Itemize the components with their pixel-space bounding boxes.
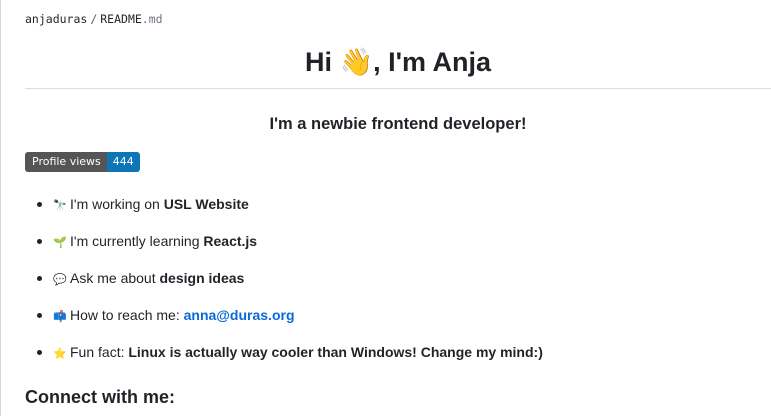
connect-heading: Connect with me: [25,387,176,407]
list-item-text: I'm currently learning [70,233,204,249]
list-item-text: Ask me about [70,270,160,286]
list-item-value: Linux is actually way cooler than Window… [128,344,543,360]
waving-hand-icon: 👋 [339,47,374,78]
profile-views-badge-count: 444 [106,152,140,172]
left-border [0,0,1,416]
list-item-value: design ideas [159,270,245,286]
page-title: Hi 👋, I'm Anja [25,42,771,83]
breadcrumb-separator: / [90,12,98,26]
list-item-value: USL Website [163,196,249,212]
list-item-fun-fact: ⭐ Fun fact: Linux is actually way cooler … [37,341,543,363]
list-item-text: I'm working on [70,196,164,212]
breadcrumb-file-name: README [100,12,142,26]
profile-views-badge-label: Profile views [25,152,107,172]
list-item-value: React.js [203,233,258,249]
page-title-greeting: Hi [304,47,340,77]
list-item-text: How to reach me: [70,307,184,323]
subtitle: I'm a newbie frontend developer! [269,115,527,133]
breadcrumb-owner-link[interactable]: anjaduras [25,12,87,26]
title-divider [25,88,771,89]
profile-views-badge: Profile views 444 [25,152,140,172]
seedling-icon: 🌱 [53,236,67,249]
breadcrumb-file-ext: .md [141,12,163,26]
list-item-text: Fun fact: [70,344,129,360]
list-item-learning: 🌱 I'm currently learning React.js [36,230,258,252]
email-link[interactable]: anna@duras.org [184,307,295,323]
list-item-reach-me: 📫 How to reach me: anna@duras.org [37,304,295,326]
list-item-working-on: 🔭 I'm working on USL Website [37,193,249,215]
list-item-ask-me: 💬 Ask me about design ideas [36,267,245,289]
mailbox-icon: 📫 [53,310,67,323]
breadcrumb: anjaduras / README.md [25,12,163,26]
telescope-icon: 🔭 [53,199,67,212]
speech-balloon-icon: 💬 [53,273,67,286]
page-title-name: , I'm Anja [373,47,492,77]
star-icon: ⭐ [53,347,67,360]
